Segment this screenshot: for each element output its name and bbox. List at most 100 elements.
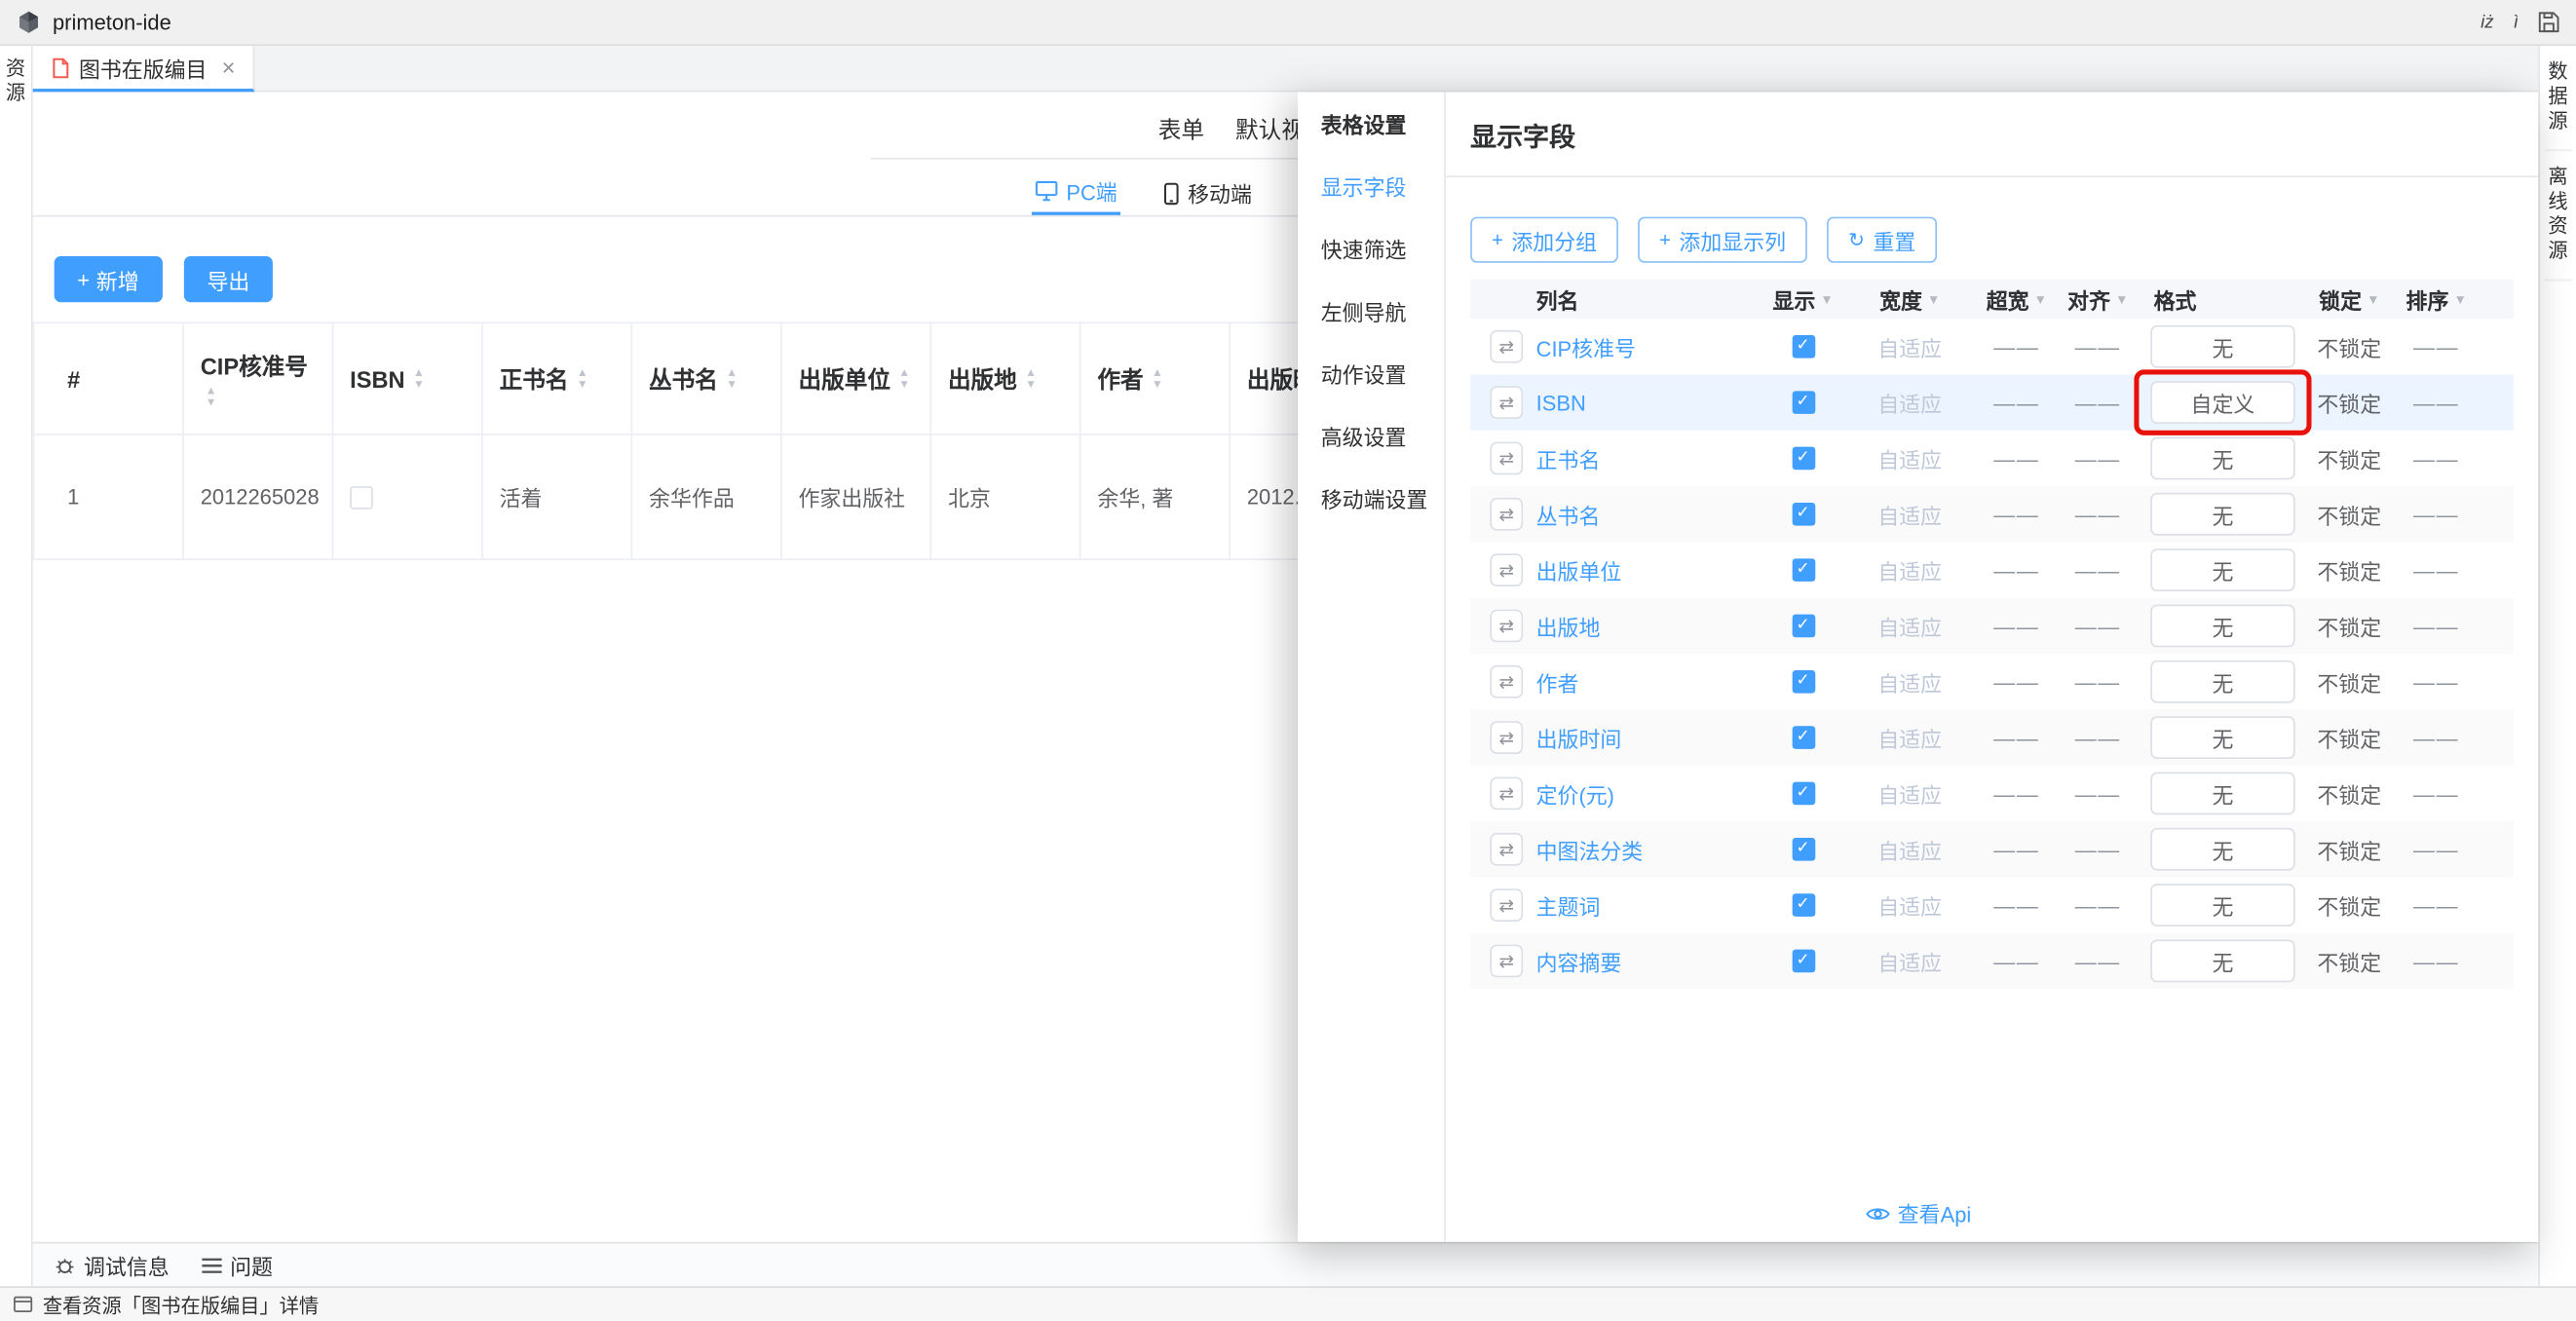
field-row-4[interactable]: ⇄丛书名自适应————无不锁定—— (1470, 486, 2514, 542)
reorder-icon[interactable]: ⇄ (1490, 833, 1523, 866)
cell-checkbox[interactable] (350, 485, 373, 509)
right-strip-item-2[interactable]: 离线资源 (2544, 151, 2572, 281)
table-column-header[interactable]: 出版地▲▼ (931, 323, 1080, 435)
field-row-1[interactable]: ⇄CIP核准号自适应————无不锁定—— (1470, 319, 2514, 374)
field-row-10[interactable]: ⇄中图法分类自适应————无不锁定—— (1470, 821, 2514, 877)
add-display-column-button[interactable]: +添加显示列 (1638, 217, 1807, 263)
display-checkbox[interactable] (1792, 950, 1815, 973)
table-column-header[interactable]: 丛书名▲▼ (632, 323, 781, 435)
reorder-icon[interactable]: ⇄ (1490, 386, 1523, 419)
field-table-header[interactable]: 超宽▼ (1971, 280, 2062, 319)
filter-caret-icon[interactable]: ▼ (2367, 291, 2379, 306)
titlebar-icon-1[interactable]: iż (2481, 13, 2493, 32)
tab-book-cip[interactable]: 图书在版编目 × (33, 46, 255, 92)
field-table-header[interactable]: 宽度▼ (1848, 280, 1971, 319)
sort-carets-icon[interactable]: ▲▼ (413, 367, 425, 391)
add-record-button[interactable]: + 新增 (55, 256, 163, 302)
field-name-link[interactable]: 作者 (1536, 666, 1579, 698)
table-column-header[interactable]: 出版单位▲▼ (782, 323, 931, 435)
field-name-link[interactable]: 中图法分类 (1536, 834, 1644, 865)
filter-caret-icon[interactable]: ▼ (2034, 291, 2047, 306)
tab-mobile[interactable]: 移动端 (1159, 170, 1255, 215)
sort-carets-icon[interactable]: ▲▼ (206, 385, 217, 408)
field-name-link[interactable]: 定价(元) (1536, 777, 1614, 809)
field-row-11[interactable]: ⇄主题词自适应————无不锁定—— (1470, 877, 2514, 932)
drawer-nav-item[interactable]: 快速筛选 (1298, 220, 1444, 283)
field-name-link[interactable]: 内容摘要 (1536, 945, 1622, 976)
display-checkbox[interactable] (1792, 447, 1815, 471)
format-button[interactable]: 无 (2150, 605, 2294, 648)
format-button[interactable]: 无 (2150, 773, 2294, 815)
format-button[interactable]: 无 (2150, 940, 2294, 983)
reorder-icon[interactable]: ⇄ (1490, 945, 1523, 978)
drawer-nav-item[interactable]: 左侧导航 (1298, 283, 1444, 345)
drawer-nav-item[interactable]: 动作设置 (1298, 345, 1444, 407)
display-checkbox[interactable] (1792, 838, 1815, 861)
format-button[interactable]: 无 (2150, 493, 2294, 536)
export-button[interactable]: 导出 (184, 256, 273, 302)
display-checkbox[interactable] (1792, 558, 1815, 582)
format-button[interactable]: 无 (2150, 884, 2294, 926)
reorder-icon[interactable]: ⇄ (1490, 498, 1523, 531)
display-checkbox[interactable] (1792, 726, 1815, 749)
display-checkbox[interactable] (1792, 503, 1815, 526)
field-name-link[interactable]: 出版单位 (1536, 554, 1622, 585)
format-button[interactable]: 无 (2150, 716, 2294, 759)
display-checkbox[interactable] (1792, 893, 1815, 917)
format-button[interactable]: 无 (2150, 548, 2294, 591)
field-table-header[interactable]: 锁定▼ (2312, 280, 2388, 319)
display-checkbox[interactable] (1792, 615, 1815, 638)
reorder-icon[interactable]: ⇄ (1490, 610, 1523, 643)
records-table-row[interactable]: 12012265028活着余华作品作家出版社北京余华, 著2012. (34, 435, 1380, 560)
drawer-nav-item[interactable]: 显示字段 (1298, 158, 1444, 220)
field-row-7[interactable]: ⇄作者自适应————无不锁定—— (1470, 654, 2514, 709)
field-name-link[interactable]: 主题词 (1536, 889, 1601, 921)
view-tab-form[interactable]: 表单 (1158, 113, 1204, 146)
display-checkbox[interactable] (1792, 782, 1815, 806)
table-column-header[interactable]: 作者▲▼ (1081, 323, 1231, 435)
table-column-header[interactable]: ISBN▲▼ (333, 323, 482, 435)
tab-pc[interactable]: PC端 (1032, 170, 1120, 215)
sort-carets-icon[interactable]: ▲▼ (1025, 367, 1037, 391)
format-button[interactable]: 无 (2150, 660, 2294, 703)
reorder-icon[interactable]: ⇄ (1490, 888, 1523, 922)
filter-caret-icon[interactable]: ▼ (2115, 291, 2128, 306)
filter-caret-icon[interactable]: ▼ (1927, 291, 1940, 306)
filter-caret-icon[interactable]: ▼ (2453, 291, 2466, 306)
sort-carets-icon[interactable]: ▲▼ (898, 367, 910, 391)
field-table-header[interactable]: 对齐▼ (2062, 280, 2134, 319)
sort-carets-icon[interactable]: ▲▼ (1152, 367, 1163, 391)
debug-info-toggle[interactable]: 调试信息 (55, 1249, 170, 1280)
display-checkbox[interactable] (1792, 391, 1815, 414)
filter-caret-icon[interactable]: ▼ (1820, 291, 1833, 306)
field-row-6[interactable]: ⇄出版地自适应————无不锁定—— (1470, 598, 2514, 654)
reorder-icon[interactable]: ⇄ (1490, 721, 1523, 754)
field-name-link[interactable]: 丛书名 (1536, 499, 1601, 530)
reorder-icon[interactable]: ⇄ (1490, 442, 1523, 475)
reorder-icon[interactable]: ⇄ (1490, 665, 1523, 698)
field-row-2[interactable]: ⇄ISBN自适应————自定义不锁定—— (1470, 374, 2514, 430)
field-name-link[interactable]: 出版地 (1536, 610, 1601, 641)
table-column-header[interactable]: CIP核准号▲▼ (184, 323, 333, 435)
field-row-5[interactable]: ⇄出版单位自适应————无不锁定—— (1470, 542, 2514, 597)
drawer-nav-item[interactable]: 移动端设置 (1298, 470, 1444, 532)
resources-panel-toggle[interactable]: 资源 (2, 46, 30, 1286)
drawer-nav-item[interactable]: 高级设置 (1298, 407, 1444, 470)
field-row-3[interactable]: ⇄正书名自适应————无不锁定—— (1470, 431, 2514, 486)
field-name-link[interactable]: 正书名 (1536, 442, 1601, 473)
reorder-icon[interactable]: ⇄ (1490, 777, 1523, 811)
field-table-header[interactable]: 显示▼ (1758, 280, 1848, 319)
format-button[interactable]: 无 (2150, 325, 2294, 368)
sort-carets-icon[interactable]: ▲▼ (577, 367, 588, 391)
field-name-link[interactable]: CIP核准号 (1536, 331, 1636, 362)
field-table-header[interactable]: 排序▼ (2387, 280, 2485, 319)
display-checkbox[interactable] (1792, 670, 1815, 694)
sort-carets-icon[interactable]: ▲▼ (726, 367, 738, 391)
table-column-header[interactable]: 正书名▲▼ (483, 323, 632, 435)
field-row-8[interactable]: ⇄出版时间自适应————无不锁定—— (1470, 709, 2514, 765)
view-api-link[interactable]: 查看Api (1865, 1197, 1971, 1228)
reset-button[interactable]: ↻重置 (1827, 217, 1937, 263)
field-name-link[interactable]: ISBN (1536, 390, 1586, 414)
format-button[interactable]: 无 (2150, 828, 2294, 871)
display-checkbox[interactable] (1792, 335, 1815, 359)
